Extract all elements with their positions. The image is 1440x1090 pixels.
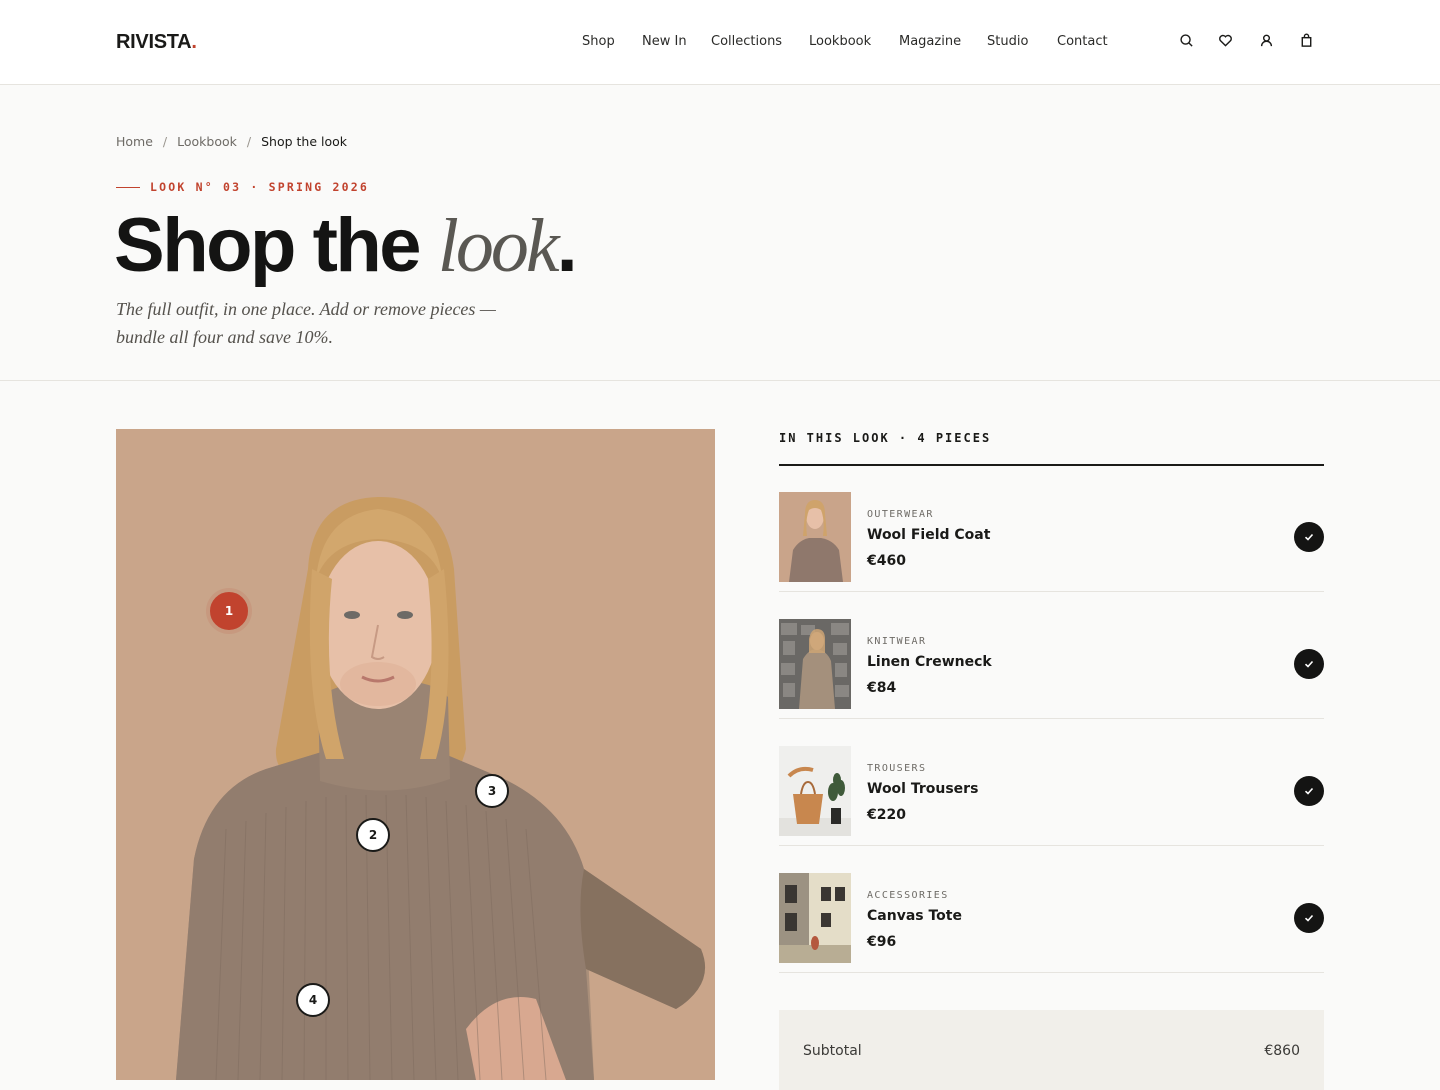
breadcrumb-lookbook[interactable]: Lookbook — [177, 134, 237, 149]
check-icon[interactable] — [1294, 522, 1324, 552]
brand-name: RIVISTA — [116, 31, 192, 53]
title-main: Shop the — [114, 203, 438, 288]
nav-magazine[interactable]: Magazine — [899, 34, 961, 49]
item-name[interactable]: Wool Trousers — [867, 781, 978, 797]
user-icon[interactable] — [1256, 30, 1276, 50]
item-thumbnail — [779, 873, 851, 963]
breadcrumb-home[interactable]: Home — [116, 134, 153, 149]
look-eyebrow: LOOK N° 03 · SPRING 2026 — [116, 180, 369, 194]
look-item[interactable]: ACCESSORIES Canvas Tote €96 — [779, 846, 1324, 973]
page-subtitle: The full outfit, in one place. Add or re… — [116, 299, 496, 347]
nav-new-in[interactable]: New In — [642, 34, 687, 49]
item-price: €84 — [867, 680, 897, 696]
item-name[interactable]: Canvas Tote — [867, 908, 962, 924]
look-photo: 1 2 3 4 — [116, 429, 715, 1080]
breadcrumb-separator: / — [246, 134, 252, 149]
eyebrow-text: LOOK N° 03 · SPRING 2026 — [150, 180, 369, 194]
look-item[interactable]: KNITWEAR Linen Crewneck €84 — [779, 592, 1324, 719]
item-price: €460 — [867, 553, 906, 569]
item-price: €96 — [867, 934, 897, 950]
look-item[interactable]: TROUSERS Wool Trousers €220 — [779, 719, 1324, 846]
look-panel-heading: IN THIS LOOK · 4 PIECES — [779, 431, 992, 445]
nav-studio[interactable]: Studio — [987, 34, 1028, 49]
nav-contact[interactable]: Contact — [1057, 34, 1108, 49]
nav-collections[interactable]: Collections — [711, 34, 782, 49]
title-italic: look — [437, 204, 560, 288]
hotspot-2[interactable]: 2 — [356, 818, 390, 852]
look-item[interactable]: OUTERWEAR Wool Field Coat €460 — [779, 465, 1324, 592]
title-period: . — [556, 203, 578, 288]
item-name[interactable]: Wool Field Coat — [867, 527, 990, 543]
subtotal-label: Subtotal — [803, 1043, 862, 1059]
heart-icon[interactable] — [1215, 30, 1235, 50]
breadcrumb: Home / Lookbook / Shop the look — [116, 134, 347, 149]
bag-icon[interactable] — [1296, 30, 1316, 50]
hotspot-3[interactable]: 3 — [475, 774, 509, 808]
search-icon[interactable] — [1176, 30, 1196, 50]
model-illustration — [116, 429, 715, 1080]
breadcrumb-separator: / — [162, 134, 168, 149]
eyebrow-rule — [116, 186, 140, 188]
hotspot-1[interactable]: 1 — [210, 592, 248, 630]
check-icon[interactable] — [1294, 776, 1324, 806]
check-icon[interactable] — [1294, 649, 1324, 679]
hotspot-4[interactable]: 4 — [296, 983, 330, 1017]
item-name[interactable]: Linen Crewneck — [867, 654, 992, 670]
bundle-summary: Subtotal €860 — [779, 1010, 1324, 1090]
item-category: ACCESSORIES — [867, 890, 949, 901]
item-category: OUTERWEAR — [867, 509, 934, 520]
section-divider — [0, 380, 1440, 381]
page-title: Shop the look. — [114, 200, 578, 292]
item-category: KNITWEAR — [867, 636, 927, 647]
item-thumbnail — [779, 619, 851, 709]
item-price: €220 — [867, 807, 906, 823]
brand-logo[interactable]: RIVISTA. — [116, 31, 197, 54]
item-thumbnail — [779, 492, 851, 582]
subtotal-value: €860 — [1264, 1043, 1300, 1059]
item-thumbnail — [779, 746, 851, 836]
breadcrumb-current: Shop the look — [261, 134, 348, 149]
brand-dot: . — [191, 31, 197, 53]
nav-shop[interactable]: Shop — [582, 34, 615, 49]
check-icon[interactable] — [1294, 903, 1324, 933]
site-header: RIVISTA. Shop New In Collections Lookboo… — [0, 0, 1440, 85]
nav-lookbook[interactable]: Lookbook — [809, 34, 871, 49]
item-category: TROUSERS — [867, 763, 927, 774]
